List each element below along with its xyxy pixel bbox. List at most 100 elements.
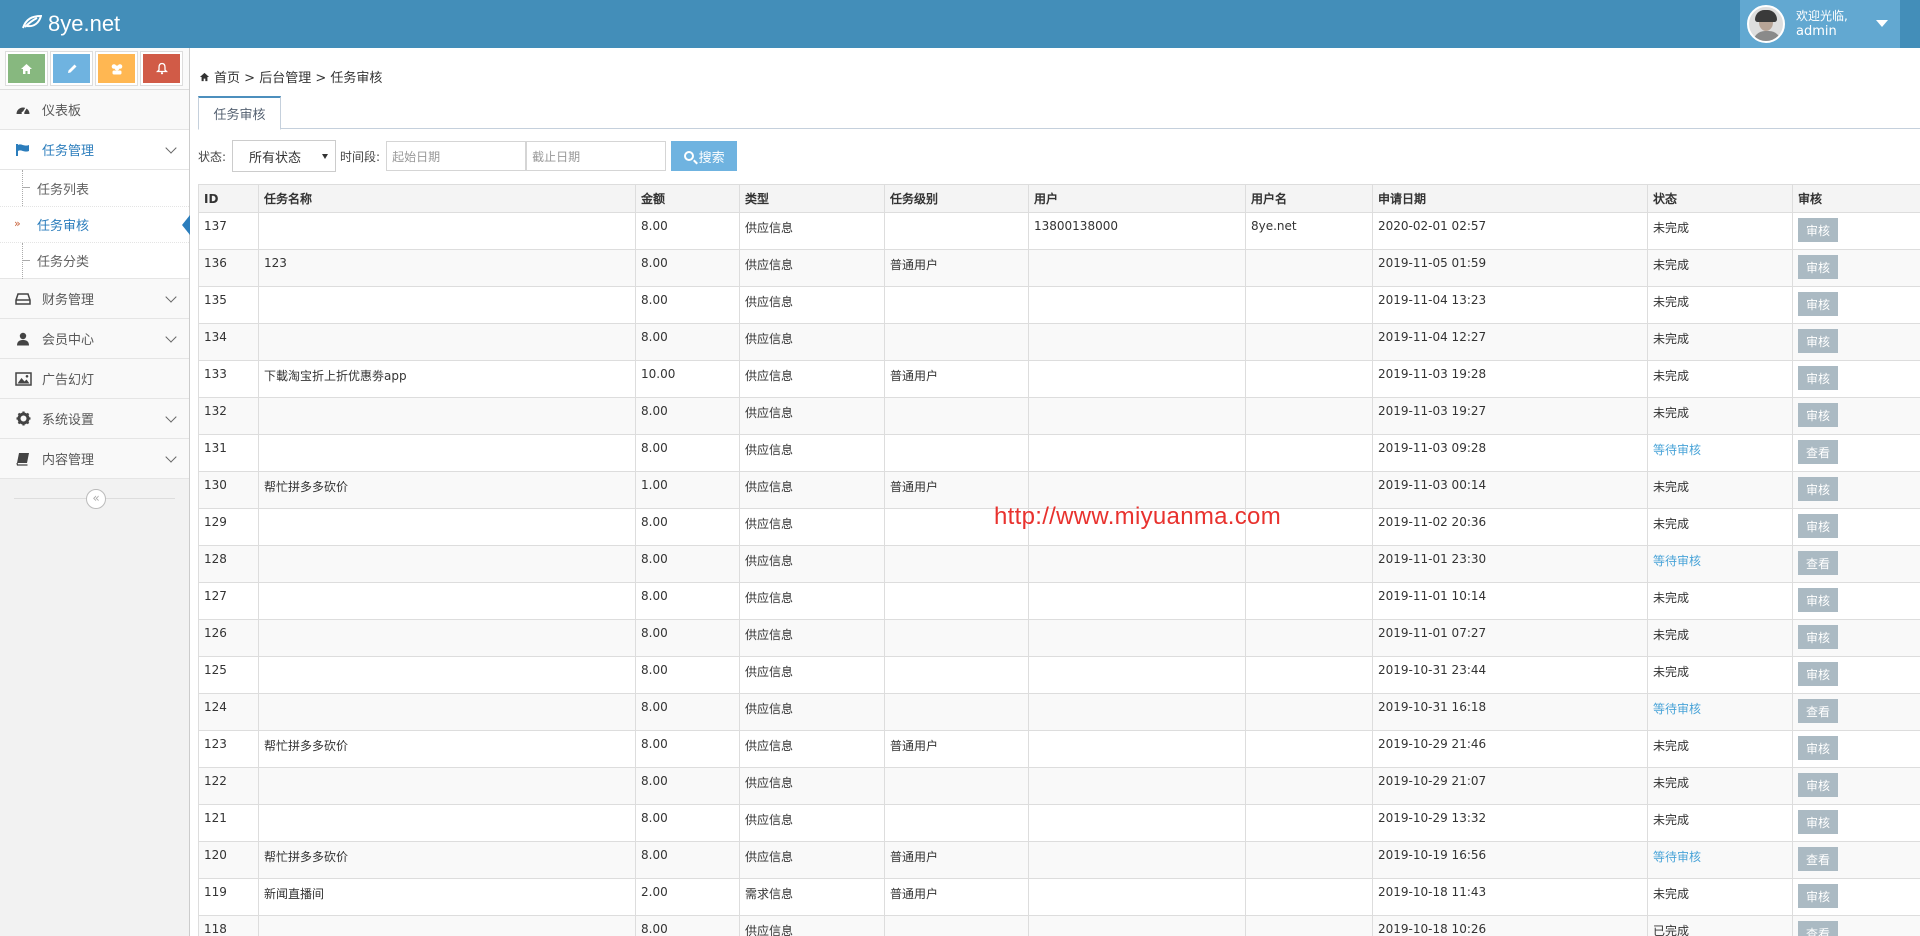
- cell-task-name: 下載淘宝折上折优惠劵app: [258, 360, 636, 398]
- cell-level: [884, 545, 1029, 583]
- nav-ad-slides[interactable]: 广告幻灯: [0, 359, 189, 399]
- cell-type: 需求信息: [739, 878, 885, 916]
- audit-button[interactable]: 审核: [1798, 736, 1838, 760]
- audit-button[interactable]: 审核: [1798, 329, 1838, 353]
- task-submenu: 任务列表 » 任务审核 任务分类: [0, 170, 190, 279]
- audit-button[interactable]: 查看: [1798, 699, 1838, 723]
- cell-status: 等待审核: [1647, 545, 1793, 583]
- audit-button[interactable]: 审核: [1798, 773, 1838, 797]
- nav-content-management[interactable]: 内容管理: [0, 439, 189, 479]
- sub-item-task-category[interactable]: 任务分类: [0, 242, 189, 279]
- table-row: 126 8.00 供应信息 2019-11-01 07:27 未完成 审核: [198, 619, 1920, 657]
- nav-dashboard[interactable]: 仪表板: [0, 90, 189, 130]
- start-date-input[interactable]: 起始日期: [386, 141, 527, 171]
- audit-button[interactable]: 审核: [1798, 218, 1838, 242]
- cell-type: 供应信息: [739, 323, 885, 361]
- cell-status-text: 等待审核: [1653, 702, 1702, 716]
- column-header[interactable]: 申请日期: [1372, 184, 1648, 213]
- cell-date: 2019-10-31 16:18: [1372, 693, 1648, 731]
- cell-status-text: 未完成: [1653, 258, 1690, 272]
- column-header[interactable]: 状态: [1647, 184, 1793, 213]
- cell-status: 未完成: [1647, 360, 1793, 398]
- user-menu[interactable]: 欢迎光临, admin: [1740, 0, 1900, 48]
- audit-button[interactable]: 审核: [1798, 588, 1838, 612]
- column-header[interactable]: 类型: [739, 184, 885, 213]
- cell-type: 供应信息: [739, 582, 885, 620]
- double-angle-left-icon[interactable]: «: [86, 489, 106, 509]
- tab-task-audit[interactable]: 任务审核: [198, 96, 281, 130]
- cell-task-name: 帮忙拼多多砍价: [258, 730, 636, 768]
- cell-amount: 1.00: [635, 471, 740, 509]
- sub-item-label: 任务列表: [37, 182, 90, 198]
- search-button[interactable]: 搜索: [671, 141, 738, 171]
- nav-member-center[interactable]: 会员中心: [0, 319, 189, 359]
- cell-type-text: 供应信息: [745, 258, 794, 272]
- audit-button[interactable]: 审核: [1798, 625, 1838, 649]
- table-row: 127 8.00 供应信息 2019-11-01 10:14 未完成 审核: [198, 582, 1920, 620]
- search-icon: [683, 151, 694, 161]
- audit-button[interactable]: 审核: [1798, 403, 1838, 427]
- top-navbar: 8ye.net 欢迎光临, admin: [0, 0, 1920, 48]
- cell-amount: 8.00: [635, 804, 740, 842]
- cell-status: 等待审核: [1647, 434, 1793, 472]
- cell-action: 审核: [1792, 656, 1920, 694]
- cell-id-text: 123: [204, 737, 227, 751]
- audit-button[interactable]: 审核: [1798, 810, 1838, 834]
- cell-date-text: 2019-11-04 12:27: [1378, 330, 1487, 344]
- nav-system-settings[interactable]: 系统设置: [0, 399, 189, 439]
- cell-date: 2019-11-01 07:27: [1372, 619, 1648, 657]
- audit-button[interactable]: 审核: [1798, 366, 1838, 390]
- audit-button[interactable]: 审核: [1798, 884, 1838, 908]
- end-date-input[interactable]: 截止日期: [526, 141, 667, 171]
- audit-button[interactable]: 审核: [1798, 255, 1838, 279]
- column-header[interactable]: 任务级别: [884, 184, 1029, 213]
- nav-task-management[interactable]: 任务管理: [0, 130, 189, 170]
- audit-button[interactable]: 查看: [1798, 440, 1838, 464]
- cell-amount-text: 1.00: [641, 478, 668, 492]
- column-header[interactable]: 用户: [1028, 184, 1246, 213]
- pencil-shortcut-button[interactable]: [51, 52, 92, 85]
- status-select[interactable]: 所有状态: [232, 140, 337, 172]
- cell-amount: 8.00: [635, 582, 740, 620]
- cell-type: 供应信息: [739, 508, 885, 546]
- column-header[interactable]: 审核: [1792, 184, 1920, 213]
- audit-button[interactable]: 查看: [1798, 551, 1838, 575]
- breadcrumb-home[interactable]: 首页: [214, 71, 240, 86]
- cell-amount: 10.00: [635, 360, 740, 398]
- sub-item-task-list[interactable]: 任务列表: [0, 170, 189, 206]
- cell-status: 未完成: [1647, 508, 1793, 546]
- table-row: 136 123 8.00 供应信息 普通用户 2019-11-05 01:59 未完成 审核: [198, 249, 1920, 287]
- audit-button[interactable]: 审核: [1798, 514, 1838, 538]
- nav-finance[interactable]: 财务管理: [0, 279, 189, 319]
- audit-button[interactable]: 查看: [1798, 921, 1838, 936]
- audit-button[interactable]: 审核: [1798, 662, 1838, 686]
- users-shortcut-button[interactable]: [96, 52, 137, 85]
- cell-date: 2019-10-29 13:32: [1372, 804, 1648, 842]
- task-table-container: ID 任务名称 金额 类型 任务级别 用户 用户名 申请日期 状态 审核 137…: [198, 184, 1920, 936]
- cell-username: [1245, 804, 1373, 842]
- cell-status-text: 未完成: [1653, 776, 1690, 790]
- breadcrumb-admin[interactable]: 后台管理: [259, 71, 311, 86]
- column-header[interactable]: 金额: [635, 184, 740, 213]
- column-header[interactable]: 任务名称: [258, 184, 636, 213]
- cell-level: [884, 212, 1029, 250]
- column-header[interactable]: ID: [198, 184, 259, 213]
- brand-logo[interactable]: 8ye.net: [22, 11, 120, 37]
- cell-date-text: 2019-10-29 13:32: [1378, 811, 1487, 825]
- audit-button[interactable]: 审核: [1798, 292, 1838, 316]
- audit-button[interactable]: 查看: [1798, 847, 1838, 871]
- caret-down-icon[interactable]: [1876, 20, 1888, 27]
- sub-item-task-audit[interactable]: » 任务审核: [0, 206, 190, 242]
- double-angle-right-icon: »: [14, 217, 21, 230]
- home-shortcut-button[interactable]: [6, 52, 47, 85]
- audit-button[interactable]: 审核: [1798, 477, 1838, 501]
- bell-shortcut-button[interactable]: [141, 52, 182, 85]
- column-header[interactable]: 用户名: [1245, 184, 1373, 213]
- cell-date: 2019-11-05 01:59: [1372, 249, 1648, 287]
- cell-username: [1245, 693, 1373, 731]
- cell-status: 未完成: [1647, 471, 1793, 509]
- cell-username: [1245, 286, 1373, 324]
- cell-action: 审核: [1792, 582, 1920, 620]
- table-row: 125 8.00 供应信息 2019-10-31 23:44 未完成 审核: [198, 656, 1920, 694]
- cell-type: 供应信息: [739, 693, 885, 731]
